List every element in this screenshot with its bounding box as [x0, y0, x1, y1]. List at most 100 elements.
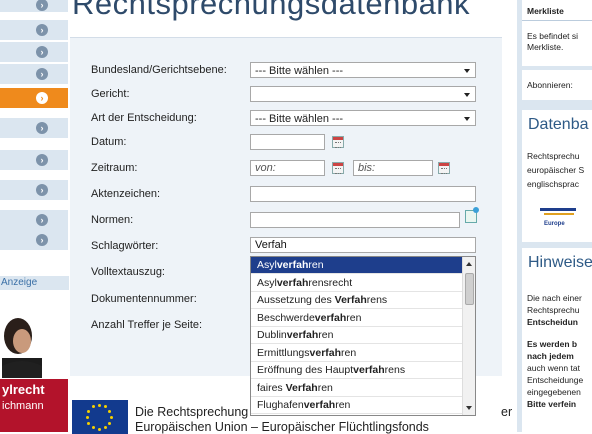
autocomplete-item[interactable]: Beschwerdeverfahren [251, 310, 463, 327]
autocomplete-item-suffix: ren [318, 329, 334, 341]
left-sidebar: › › › › › › › › › › Anzeige ylrecht ichm… [0, 0, 69, 432]
autocomplete-item[interactable]: faires Verfahren [251, 380, 463, 397]
bis-placeholder: bis: [358, 162, 376, 174]
gericht-label: Gericht: [91, 88, 130, 100]
scrollbar-thumb[interactable] [465, 273, 474, 305]
art-select[interactable]: --- Bitte wählen --- [250, 110, 476, 126]
eu-star-icon [85, 415, 89, 419]
autocomplete-item[interactable]: Dublinverfahren [251, 327, 463, 344]
left-nav-item-active[interactable]: › [0, 88, 68, 109]
zeitraum-von-input[interactable]: von: [250, 160, 325, 176]
eu-star-icon [87, 409, 91, 413]
autocomplete-item-match: verfah [353, 364, 385, 376]
chevron-down-icon [464, 93, 470, 97]
autocomplete-item-prefix: Eröffnung des Haupt [257, 364, 354, 376]
hinweise-text-1: Die nach einer [527, 293, 582, 303]
autocomplete-item-match: verfah [314, 311, 347, 324]
zeitraum-label: Zeitraum: [91, 162, 138, 174]
left-nav-item-7[interactable]: › [0, 150, 68, 171]
eu-star-icon [87, 421, 91, 425]
autocomplete-item-suffix: rens [366, 294, 388, 306]
autocomplete-item[interactable]: Asylverfahrensrecht [251, 275, 463, 292]
aktenzeichen-label: Aktenzeichen: [91, 188, 161, 200]
autocomplete-item-suffix: ren [308, 259, 324, 271]
autocomplete-list[interactable]: Asylverfahren Asylverfahrensrecht Aussetzu… [250, 256, 476, 416]
footer-text-line1-tail: er [501, 405, 513, 419]
autocomplete-item-suffix: ren [317, 381, 333, 394]
hinweise-text-3: Entscheidun [527, 317, 579, 327]
dokumentennummer-label: Dokumentennummer: [91, 293, 197, 305]
autocomplete-item-prefix: Ermittlungs [257, 346, 310, 359]
art-label: Art der Entscheidung: [91, 112, 197, 124]
autocomplete-item-match: verfah [309, 346, 342, 359]
left-nav-item-2[interactable]: › [0, 20, 68, 41]
schlagwoerter-input[interactable]: Verfah [250, 237, 476, 253]
arrow-right-icon: › [36, 234, 48, 246]
calendar-icon[interactable] [332, 162, 344, 174]
main-content: Rechtsprechungsdatenbank Bundesland/Geri… [70, 0, 512, 434]
schlagwoerter-label: Schlagwörter: [91, 240, 159, 252]
arrow-right-icon: › [36, 24, 48, 36]
autocomplete-item[interactable]: Flughafenverfahren [251, 397, 463, 414]
autocomplete-item-prefix: Asyl [257, 259, 277, 271]
hinweise-text-2: Rechtsprechu [527, 305, 580, 315]
autocomplete-item-suffix: ren [335, 399, 351, 411]
scroll-up-icon[interactable] [466, 262, 472, 266]
anzahl-label: Anzahl Treffer je Seite: [91, 319, 203, 331]
chevron-down-icon [464, 69, 470, 73]
zeitraum-bis-input[interactable]: bis: [353, 160, 433, 176]
left-nav-item-4[interactable]: › [0, 64, 68, 85]
eu-star-icon [107, 421, 111, 425]
ad-subtitle: ichmann [2, 400, 44, 412]
ad-banner[interactable]: ylrecht ichmann [0, 379, 68, 432]
autocomplete-item-suffix: ren [341, 346, 357, 359]
add-norm-icon[interactable] [465, 207, 479, 223]
arrow-right-icon: › [36, 0, 48, 11]
bundesland-label: Bundesland/Gerichtsebene: [91, 64, 227, 76]
ad-label: Anzeige [0, 276, 69, 290]
art-value: --- Bitte wählen --- [255, 113, 344, 125]
schlagwoerter-value: Verfah [255, 239, 287, 251]
autocomplete-item-prefix: Aussetzung des [257, 294, 335, 306]
bundesland-value: --- Bitte wählen --- [255, 65, 344, 77]
hinweise-text-4: Es werden b [527, 339, 578, 349]
autocomplete-item[interactable]: Eröffnung des Hauptverfahrens [251, 362, 463, 379]
autocomplete-item-prefix: Asyl [257, 276, 277, 289]
arrow-right-icon: › [36, 46, 48, 58]
normen-input[interactable] [250, 212, 460, 228]
left-nav-item-6[interactable]: › [0, 118, 68, 139]
scroll-down-icon[interactable] [466, 406, 472, 410]
aktenzeichen-input[interactable] [250, 186, 476, 202]
left-nav-item-10[interactable]: › [0, 230, 68, 251]
left-nav-item-8[interactable]: › [0, 180, 68, 201]
left-nav-item-9[interactable]: › [0, 210, 68, 231]
page-title: Rechtsprechungsdatenbank [72, 0, 471, 21]
autocomplete-item-prefix: Beschwerde [257, 311, 315, 324]
left-nav-item-3[interactable]: › [0, 42, 68, 63]
datum-input[interactable] [250, 134, 325, 150]
datenbank-box: Datenba Rechtsprechu europäischer S engl… [522, 110, 592, 242]
merkliste-box: Merkliste Es befindet si Merkliste. [522, 0, 592, 66]
ad-portrait-image[interactable] [0, 308, 46, 378]
autocomplete-item-prefix: faires [257, 381, 286, 394]
hinweise-text-6: auch wenn tat [527, 363, 580, 373]
gericht-select[interactable] [250, 86, 476, 102]
autocomplete-item-suffix: rensrecht [308, 276, 353, 289]
abonnieren-box[interactable]: Abonnieren: [522, 70, 592, 100]
left-nav-item-1[interactable]: › [0, 0, 68, 13]
bundesland-select[interactable]: --- Bitte wählen --- [250, 62, 476, 78]
eu-star-icon [109, 415, 113, 419]
autocomplete-scrollbar[interactable] [462, 257, 475, 415]
autocomplete-item[interactable]: Aussetzung des Verfahrens [251, 292, 463, 309]
arrow-right-icon: › [36, 68, 48, 80]
volltext-label: Volltextauszug: [91, 266, 165, 278]
eu-star-icon [107, 409, 111, 413]
autocomplete-item[interactable]: Ermittlungsverfahren [251, 345, 463, 362]
autocomplete-item[interactable]: Asylverfahren [251, 257, 463, 274]
eu-flag-logo [72, 400, 128, 434]
calendar-icon[interactable] [438, 162, 450, 174]
merkliste-text-2: Merkliste. [527, 42, 564, 52]
eu-star-icon [103, 405, 107, 409]
calendar-icon[interactable] [332, 136, 344, 148]
hinweise-text-5: nach jedem [527, 351, 574, 361]
